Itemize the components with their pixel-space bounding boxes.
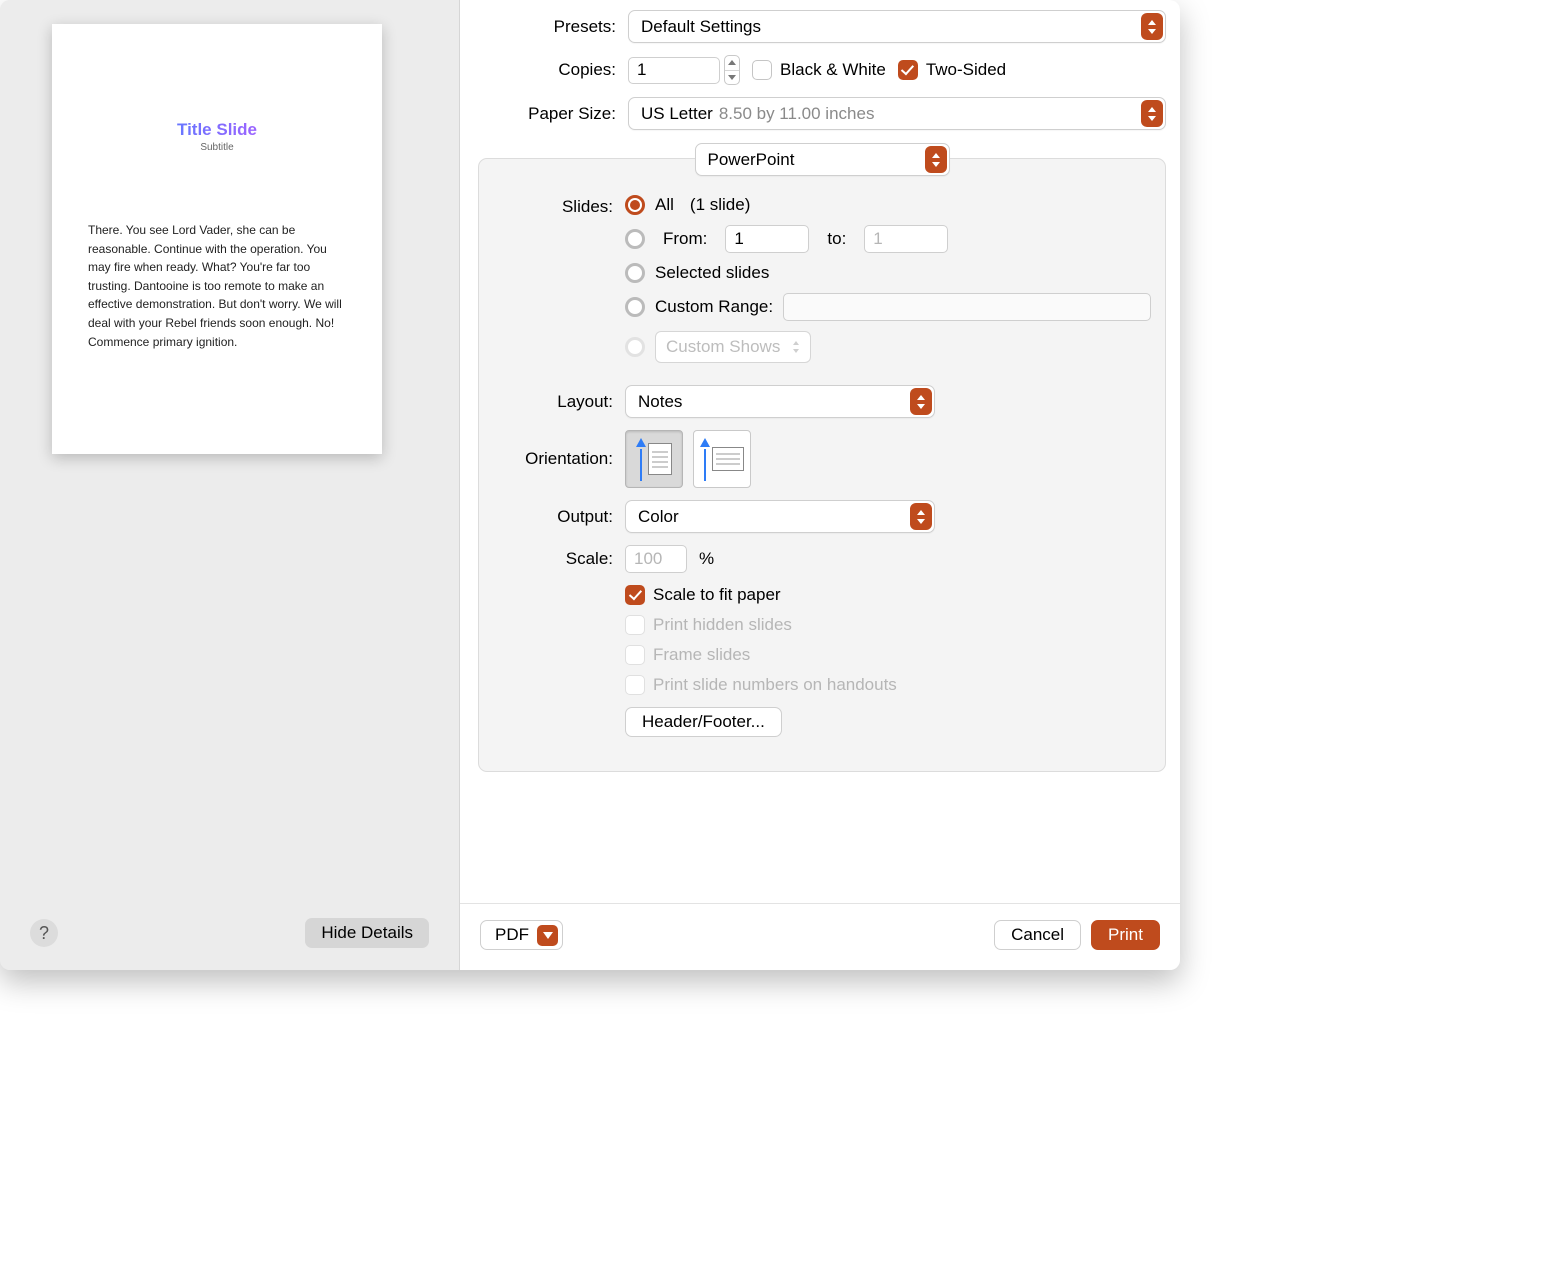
orientation-label: Orientation:: [493, 449, 613, 469]
print-button[interactable]: Print: [1091, 920, 1160, 950]
radio-unselected-icon: [625, 229, 645, 249]
scale-to-fit-checkbox[interactable]: Scale to fit paper: [625, 585, 781, 605]
frame-slides-label: Frame slides: [653, 645, 750, 665]
custom-shows-label: Custom Shows: [666, 337, 780, 357]
two-sided-checkbox[interactable]: Two-Sided: [898, 60, 1006, 80]
pdf-dropdown-button[interactable]: PDF: [480, 920, 563, 950]
slides-selected-label: Selected slides: [655, 263, 769, 283]
dropdown-arrows-icon: [788, 338, 804, 356]
black-white-checkbox[interactable]: Black & White: [752, 60, 886, 80]
help-button[interactable]: ?: [30, 919, 58, 947]
presets-label: Presets:: [478, 17, 616, 37]
stepper-down-icon: [725, 71, 739, 85]
layout-label: Layout:: [493, 392, 613, 412]
chevron-down-icon: [537, 925, 558, 946]
slides-to-label: to:: [827, 229, 846, 249]
layout-value: Notes: [638, 392, 682, 412]
dropdown-arrows-icon: [1141, 13, 1163, 40]
slides-custom-range-radio[interactable]: Custom Range:: [625, 293, 1151, 321]
scale-to-fit-label: Scale to fit paper: [653, 585, 781, 605]
slides-from-radio[interactable]: From: to:: [625, 225, 948, 253]
options-section-select[interactable]: PowerPoint: [695, 143, 950, 176]
page-portrait-icon: [648, 443, 672, 475]
hide-details-button[interactable]: Hide Details: [305, 918, 429, 948]
slides-all-label: All: [655, 195, 674, 215]
copies-input[interactable]: [628, 57, 720, 84]
preview-slide-title: Title Slide: [88, 120, 346, 140]
presets-select[interactable]: Default Settings: [628, 10, 1166, 43]
percent-label: %: [699, 549, 714, 569]
checkbox-disabled-icon: [625, 675, 645, 695]
orientation-portrait-button[interactable]: [625, 430, 683, 488]
two-sided-label: Two-Sided: [926, 60, 1006, 80]
slides-label: Slides:: [493, 195, 613, 217]
slides-to-input[interactable]: [864, 225, 948, 253]
preview-slide-subtitle: Subtitle: [88, 142, 346, 153]
layout-select[interactable]: Notes: [625, 385, 935, 418]
presets-value: Default Settings: [641, 17, 761, 37]
scale-input[interactable]: [625, 545, 687, 573]
output-select[interactable]: Color: [625, 500, 935, 533]
dropdown-arrows-icon: [1141, 100, 1163, 127]
print-preview-page: Title Slide Subtitle There. You see Lord…: [52, 24, 382, 454]
checkbox-unchecked-icon: [752, 60, 772, 80]
custom-shows-select: Custom Shows: [655, 331, 811, 363]
up-arrow-icon: [636, 438, 646, 481]
radio-selected-icon: [625, 195, 645, 215]
print-hidden-label: Print hidden slides: [653, 615, 792, 635]
frame-slides-checkbox: Frame slides: [625, 645, 750, 665]
checkbox-checked-icon: [625, 585, 645, 605]
checkbox-checked-icon: [898, 60, 918, 80]
copies-stepper[interactable]: [724, 55, 740, 85]
paper-size-dimensions: 8.50 by 11.00 inches: [719, 104, 875, 124]
dropdown-arrows-icon: [910, 388, 932, 415]
black-white-label: Black & White: [780, 60, 886, 80]
output-value: Color: [638, 507, 679, 527]
radio-unselected-icon: [625, 263, 645, 283]
scale-label: Scale:: [493, 549, 613, 569]
dropdown-arrows-icon: [925, 146, 947, 173]
slides-from-input[interactable]: [725, 225, 809, 253]
print-hidden-checkbox: Print hidden slides: [625, 615, 792, 635]
output-label: Output:: [493, 507, 613, 527]
dialog-footer: PDF Cancel Print: [460, 903, 1180, 970]
copies-label: Copies:: [478, 60, 616, 80]
slides-from-label: From:: [663, 229, 707, 249]
checkbox-disabled-icon: [625, 645, 645, 665]
orientation-landscape-button[interactable]: [693, 430, 751, 488]
preview-pane: Title Slide Subtitle There. You see Lord…: [0, 0, 460, 970]
pdf-label: PDF: [495, 925, 529, 945]
slides-all-radio[interactable]: All (1 slide): [625, 195, 750, 215]
app-options-panel: PowerPoint Slides: All: [478, 158, 1166, 772]
print-slide-numbers-label: Print slide numbers on handouts: [653, 675, 897, 695]
checkbox-disabled-icon: [625, 615, 645, 635]
options-section-value: PowerPoint: [708, 150, 795, 170]
dropdown-arrows-icon: [910, 503, 932, 530]
radio-disabled-icon: [625, 337, 645, 357]
up-arrow-icon: [700, 438, 710, 481]
slides-custom-range-label: Custom Range:: [655, 297, 773, 317]
paper-size-label: Paper Size:: [478, 104, 616, 124]
paper-size-value: US Letter: [641, 104, 713, 124]
settings-pane: Presets: Default Settings Copies:: [460, 0, 1180, 970]
slides-all-count: (1 slide): [690, 195, 750, 215]
cancel-button[interactable]: Cancel: [994, 920, 1081, 950]
preview-slide-notes: There. You see Lord Vader, she can be re…: [88, 221, 346, 351]
radio-unselected-icon: [625, 297, 645, 317]
stepper-up-icon: [725, 56, 739, 71]
paper-size-select[interactable]: US Letter 8.50 by 11.00 inches: [628, 97, 1166, 130]
page-landscape-icon: [712, 447, 744, 471]
header-footer-button[interactable]: Header/Footer...: [625, 707, 782, 737]
print-slide-numbers-checkbox: Print slide numbers on handouts: [625, 675, 897, 695]
slides-custom-shows-radio: Custom Shows: [625, 331, 811, 363]
slides-selected-radio[interactable]: Selected slides: [625, 263, 769, 283]
slides-custom-range-input[interactable]: [783, 293, 1151, 321]
